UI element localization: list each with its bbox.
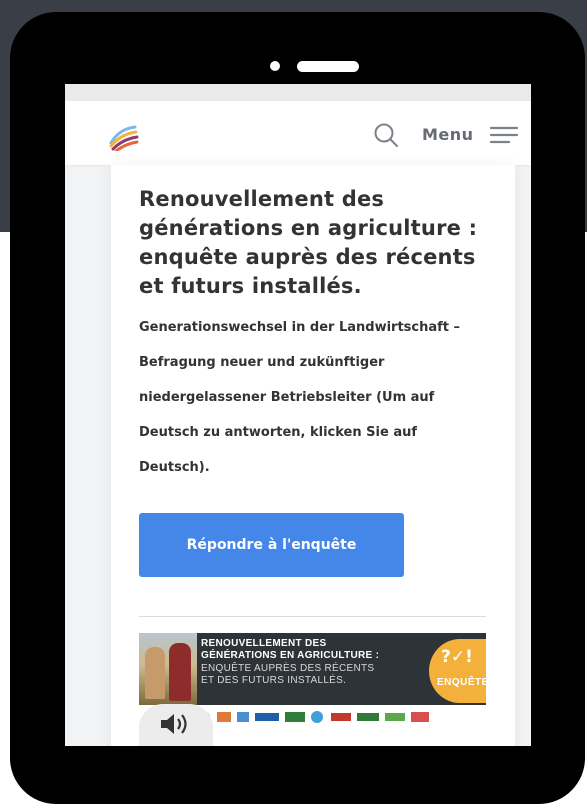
tablet-frame: Menu Renouvellement des générations en a…	[10, 12, 585, 804]
search-icon[interactable]	[373, 122, 399, 148]
answer-survey-button[interactable]: Répondre à l'enquête	[139, 513, 404, 577]
camera-icon	[270, 61, 280, 71]
page-description: Generationswechsel in der Landwirtschaft…	[139, 320, 461, 475]
banner-line: ENQUÊTE AUPRÈS DES RÉCENTS	[201, 663, 375, 674]
menu-label[interactable]: Menu	[422, 125, 474, 144]
partner-logos-row	[200, 711, 429, 723]
content-card: Renouvellement des générations en agricu…	[111, 165, 515, 746]
survey-badge-label: ENQUÊTE	[437, 677, 486, 688]
divider	[139, 616, 486, 617]
banner-text-panel: RENOUVELLEMENT DES GÉNÉRATIONS EN AGRICU…	[197, 633, 486, 705]
farmers-photo	[139, 633, 197, 705]
banner-line: RENOUVELLEMENT DES	[201, 638, 327, 649]
speaker-grille	[297, 61, 359, 72]
site-header: Menu	[65, 101, 531, 165]
brand-logo-icon[interactable]	[107, 121, 139, 151]
person-figure	[169, 643, 191, 701]
survey-badge-icon: ?✓!	[441, 647, 473, 667]
survey-badge: ?✓! ENQUÊTE	[429, 639, 486, 703]
banner-line: ET DES FUTURS INSTALLÉS.	[201, 675, 347, 686]
status-strip	[65, 84, 531, 101]
hamburger-icon[interactable]	[489, 125, 519, 145]
person-figure	[145, 647, 165, 699]
page-title: Renouvellement des générations en agricu…	[139, 187, 478, 298]
banner-line: GÉNÉRATIONS EN AGRICULTURE :	[201, 650, 380, 661]
audio-player-button[interactable]	[139, 704, 213, 746]
speaker-icon	[161, 713, 187, 734]
tablet-screen: Menu Renouvellement des générations en a…	[65, 84, 531, 746]
